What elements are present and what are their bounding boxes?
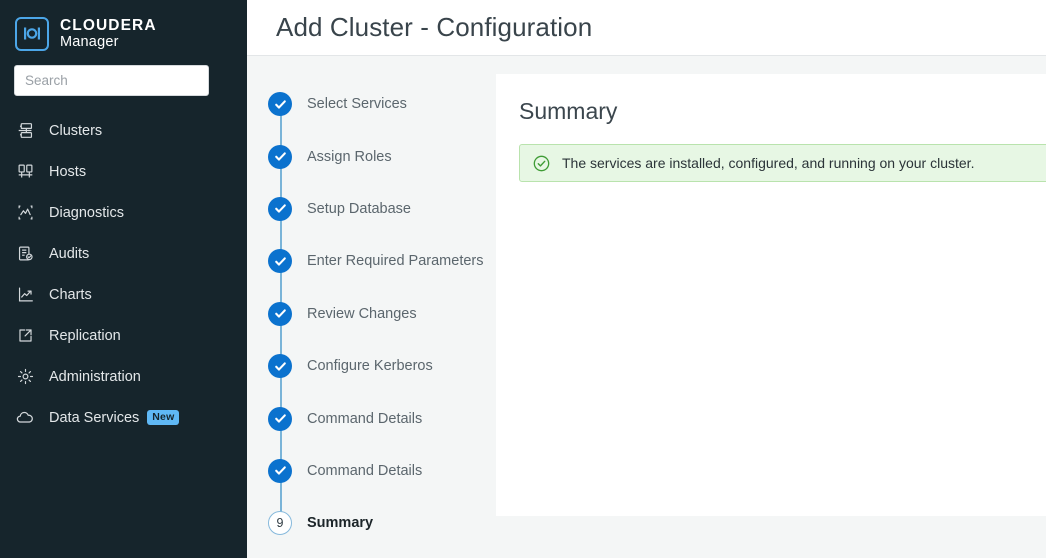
check-icon (268, 301, 292, 326)
wizard-step-label: Select Services (307, 96, 407, 113)
sidebar-item-diagnostics[interactable]: Diagnostics (0, 192, 247, 233)
wizard-step-command-details-1[interactable]: Command Details (247, 392, 496, 444)
check-icon (268, 249, 292, 274)
wizard-step-label: Configure Kerberos (307, 358, 433, 375)
wizard-step-setup-database[interactable]: Setup Database (247, 183, 496, 235)
audits-icon (14, 243, 36, 265)
brand-name: CLOUDERA (60, 16, 157, 34)
page-header: Add Cluster - Configuration (247, 0, 1046, 56)
cloud-icon (14, 407, 36, 429)
brand-wordmark: CLOUDERA Manager (60, 17, 157, 51)
wizard-step-label: Review Changes (307, 305, 417, 322)
sidebar-item-administration[interactable]: Administration (0, 356, 247, 397)
content-area: Select Services Assign Roles Setup Datab… (247, 56, 1046, 558)
check-circle-icon (533, 155, 550, 172)
wizard-step-configure-kerberos[interactable]: Configure Kerberos (247, 340, 496, 392)
sidebar-item-charts[interactable]: Charts (0, 274, 247, 315)
sidebar-item-label: Diagnostics (49, 204, 124, 221)
check-icon (268, 196, 292, 221)
wizard-step-label: Setup Database (307, 200, 411, 217)
wizard-step-enter-required-parameters[interactable]: Enter Required Parameters (247, 235, 496, 287)
check-icon (268, 92, 292, 117)
sidebar-nav: Clusters Hosts Diagnostics Audits Charts… (0, 110, 247, 438)
wizard-step-label: Command Details (307, 410, 423, 427)
gear-icon (14, 366, 36, 388)
search-input[interactable] (14, 65, 209, 96)
page-title: Add Cluster - Configuration (276, 12, 593, 42)
sidebar-item-label: Clusters (49, 122, 103, 139)
brand[interactable]: CLOUDERA Manager (0, 0, 247, 56)
diagnostics-icon (14, 202, 36, 224)
wizard-steps: Select Services Assign Roles Setup Datab… (247, 56, 496, 558)
wizard-step-label: Command Details (307, 462, 423, 479)
sidebar-item-label: Data Services (49, 409, 140, 426)
sidebar-item-label: Administration (49, 368, 141, 385)
success-alert-message: The services are installed, configured, … (562, 155, 975, 171)
sidebar-item-hosts[interactable]: Hosts (0, 151, 247, 192)
wizard-step-label: Summary (307, 515, 374, 532)
main-area: Add Cluster - Configuration Select Servi… (247, 0, 1046, 558)
check-icon (268, 144, 292, 169)
wizard-step-review-changes[interactable]: Review Changes (247, 288, 496, 340)
wizard-step-select-services[interactable]: Select Services (247, 78, 496, 130)
clusters-icon (14, 120, 36, 142)
check-icon (268, 458, 292, 483)
sidebar-item-label: Hosts (49, 163, 87, 180)
cloudera-logo-icon (15, 16, 49, 51)
sidebar-item-replication[interactable]: Replication (0, 315, 247, 356)
wizard-step-command-details-2[interactable]: Command Details (247, 445, 496, 497)
check-icon (268, 406, 292, 431)
sidebar: CLOUDERA Manager Clusters (0, 0, 247, 558)
brand-product: Manager (60, 34, 119, 51)
wizard-step-assign-roles[interactable]: Assign Roles (247, 130, 496, 182)
panel-title: Summary (519, 98, 618, 124)
sidebar-item-data-services[interactable]: Data Services New (0, 397, 247, 438)
wizard-step-label: Assign Roles (307, 148, 392, 165)
charts-icon (14, 284, 36, 306)
sidebar-item-label: Replication (49, 327, 121, 344)
sidebar-item-audits[interactable]: Audits (0, 233, 247, 274)
wizard-step-summary[interactable]: 9 Summary (247, 497, 496, 549)
hosts-icon (14, 161, 36, 183)
summary-panel: Summary The services are installed, conf… (496, 74, 1046, 516)
replication-icon (14, 325, 36, 347)
sidebar-item-label: Audits (49, 245, 90, 262)
step-number-marker: 9 (268, 511, 292, 536)
sidebar-item-clusters[interactable]: Clusters (0, 110, 247, 151)
success-alert: The services are installed, configured, … (519, 144, 1046, 182)
status-badge: New (147, 410, 180, 425)
check-icon (268, 354, 292, 379)
search-container (0, 56, 247, 96)
wizard-step-label: Enter Required Parameters (307, 253, 484, 270)
app-root: CLOUDERA Manager Clusters (0, 0, 1046, 558)
sidebar-item-label: Charts (49, 286, 92, 303)
